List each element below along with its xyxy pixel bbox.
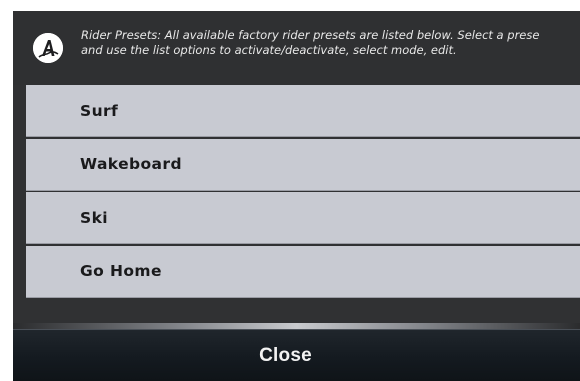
preset-item-label: Surf xyxy=(80,101,119,120)
header-description-line-1: Rider Presets: All available factory rid… xyxy=(81,28,540,42)
preset-item-go-home[interactable]: Go Home xyxy=(26,245,580,298)
brand-logo-icon xyxy=(33,33,63,63)
header-description: Rider Presets: All available factory rid… xyxy=(81,28,580,58)
preset-list: Surf Wakeboard Ski Go Home xyxy=(26,85,580,298)
rider-presets-dialog: Rider Presets: All available factory rid… xyxy=(13,11,580,381)
dialog-header: Rider Presets: All available factory rid… xyxy=(13,11,580,85)
preset-item-wakeboard[interactable]: Wakeboard xyxy=(26,138,580,191)
preset-item-ski[interactable]: Ski xyxy=(26,192,580,244)
preset-item-label: Wakeboard xyxy=(80,155,182,173)
close-button[interactable]: Close xyxy=(13,329,580,381)
close-button-label: Close xyxy=(259,344,312,366)
preset-item-label: Ski xyxy=(80,208,108,227)
preset-item-surf[interactable]: Surf xyxy=(26,85,580,137)
header-description-line-2: and use the list options to activate/dea… xyxy=(81,43,457,57)
preset-item-label: Go Home xyxy=(80,262,162,280)
